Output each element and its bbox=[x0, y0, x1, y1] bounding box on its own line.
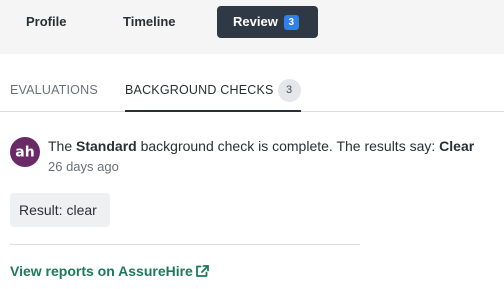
check-package: Standard bbox=[76, 138, 137, 154]
review-count-badge: 3 bbox=[283, 15, 299, 30]
tab-background-checks[interactable]: BACKGROUND CHECKS 3 bbox=[125, 76, 301, 112]
check-prefix: The bbox=[48, 138, 77, 154]
tab-evaluations[interactable]: EVALUATIONS bbox=[10, 76, 98, 112]
assurehire-logo-icon: ah bbox=[10, 137, 40, 167]
tab-background-checks-label: BACKGROUND CHECKS bbox=[125, 83, 274, 97]
timestamp: 26 days ago bbox=[48, 159, 119, 174]
view-reports-label: View reports on AssureHire bbox=[10, 263, 193, 279]
avatar-text: ah bbox=[15, 145, 34, 161]
tab-timeline[interactable]: Timeline bbox=[107, 6, 192, 38]
background-checks-count: 3 bbox=[277, 79, 301, 102]
check-middle: background check is complete. The result… bbox=[136, 138, 440, 154]
tab-profile-label: Profile bbox=[26, 14, 67, 29]
tab-timeline-label: Timeline bbox=[123, 14, 176, 29]
check-result: Clear bbox=[439, 138, 475, 154]
tab-profile[interactable]: Profile bbox=[10, 6, 82, 38]
divider bbox=[10, 244, 360, 245]
tab-review[interactable]: Review 3 bbox=[217, 6, 318, 38]
result-badge: Result: clear bbox=[10, 193, 110, 227]
sub-tab-bar: EVALUATIONS BACKGROUND CHECKS 3 bbox=[0, 76, 504, 112]
tab-evaluations-label: EVALUATIONS bbox=[10, 83, 98, 97]
check-message: The Standard background check is complet… bbox=[48, 138, 474, 154]
external-link-icon bbox=[195, 265, 209, 281]
top-nav: Profile Timeline Review 3 bbox=[0, 0, 504, 54]
view-reports-link[interactable]: View reports on AssureHire bbox=[10, 263, 209, 281]
tab-review-label: Review bbox=[233, 14, 278, 29]
